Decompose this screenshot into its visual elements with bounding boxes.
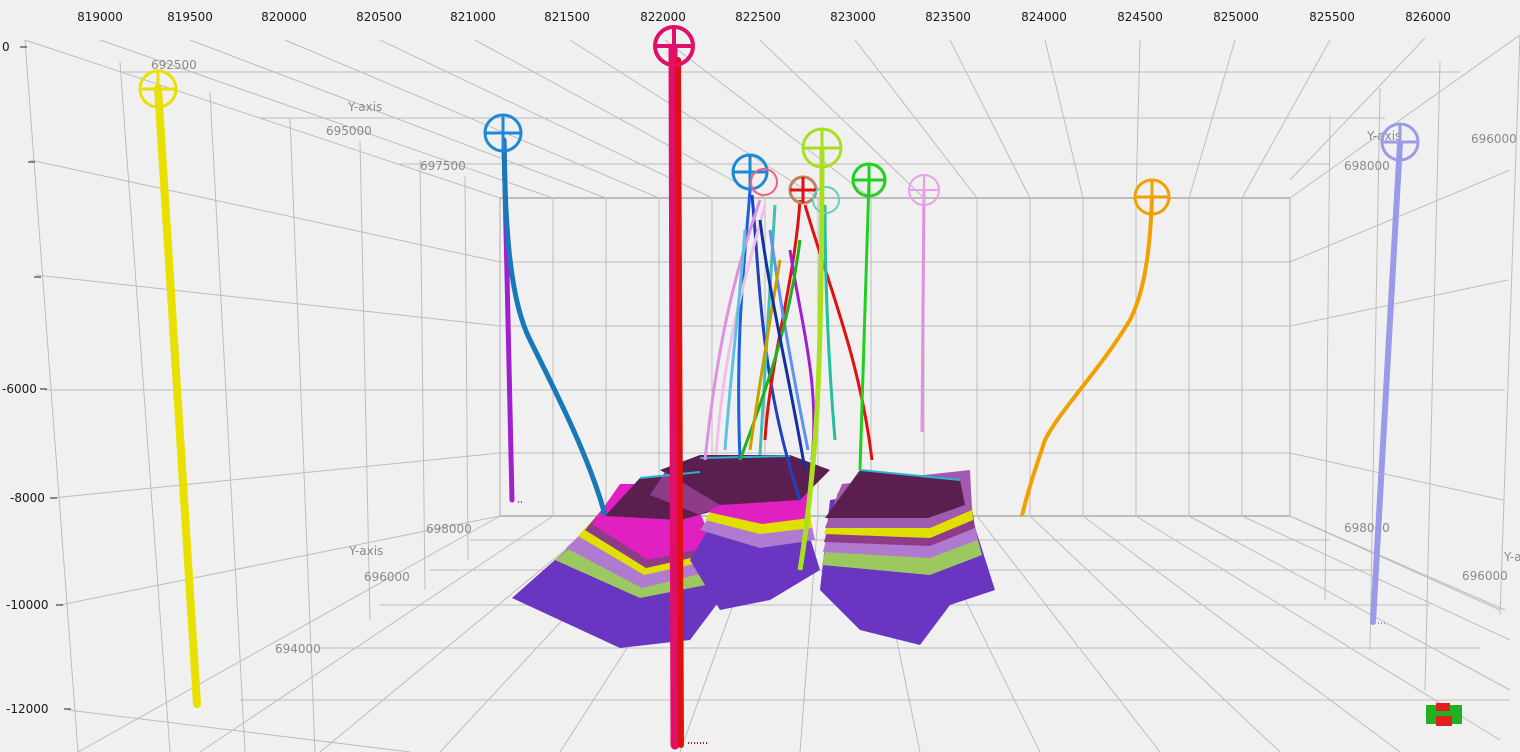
y-tick: 696000 [1462,569,1508,583]
magenta-well[interactable] [668,43,680,750]
x-tick: 820000 [261,10,307,24]
y-axis-name: Y-axis [348,544,383,558]
z-axis-tick-labels: 0 -6000 -8000 -10000 -12000 [2,40,71,716]
y-axis-name: Y-a [1503,550,1520,564]
well-head-marker-icon[interactable] [653,25,695,67]
z-tick: -10000 [6,598,49,612]
x-tick: 821000 [450,10,496,24]
y-tick: 696000 [364,570,410,584]
x-tick: 823000 [830,10,876,24]
3d-scene[interactable]: 819000 819500 820000 820500 821000 82150… [0,0,1520,752]
blue-well[interactable] [501,139,608,516]
x-tick: 822500 [735,10,781,24]
well-head-marker-icon[interactable] [731,153,769,191]
y-tick: 695000 [326,124,372,138]
z-tick: -12000 [6,702,49,716]
well-head-marker-icon[interactable] [138,69,178,109]
red-well[interactable] [675,57,684,748]
x-tick: 823500 [925,10,971,24]
well-head-marker-icon[interactable] [908,174,940,206]
horizon-surfaces[interactable] [512,455,995,648]
well-trajectory[interactable] [723,229,747,451]
x-tick: 822000 [640,10,686,24]
x-tick: 824000 [1021,10,1067,24]
x-tick: 819000 [77,10,123,24]
well-trajectory[interactable] [823,204,837,441]
lavender-well[interactable] [1370,140,1403,625]
yellow-well[interactable] [154,84,201,708]
z-tick: 0 [2,40,10,54]
x-tick: 825000 [1213,10,1259,24]
well-head-marker-icon[interactable] [801,127,843,169]
view-cube-icon[interactable] [1426,703,1462,726]
x-axis-tick-labels: 819000 819500 820000 820500 821000 82150… [77,10,1451,24]
well-head-marker-icon[interactable] [1380,122,1420,162]
x-tick: 826000 [1405,10,1451,24]
3d-viewport[interactable]: 819000 819500 820000 820500 821000 82150… [0,0,1520,752]
x-tick: 819500 [167,10,213,24]
y-tick: 698000 [1344,521,1390,535]
x-tick: 821500 [544,10,590,24]
well-head-marker-icon[interactable] [851,162,887,198]
y-tick: 697500 [420,159,466,173]
z-tick: -6000 [2,382,37,396]
y-tick: 698000 [426,522,472,536]
x-tick: 825500 [1309,10,1355,24]
well-head-marker-icon[interactable] [1133,178,1171,216]
x-tick: 820500 [356,10,402,24]
pink-well[interactable] [920,189,926,433]
orange-well[interactable] [1020,197,1154,517]
y-tick: 698000 [1344,159,1390,173]
x-tick: 824500 [1117,10,1163,24]
well-trajectory[interactable] [768,229,810,451]
well-head-marker-icon[interactable] [483,113,523,153]
y-tick: 696000 [1471,132,1517,146]
z-tick: -8000 [10,491,45,505]
y-axis-name: Y-axis [347,100,382,114]
y-tick: 694000 [275,642,321,656]
